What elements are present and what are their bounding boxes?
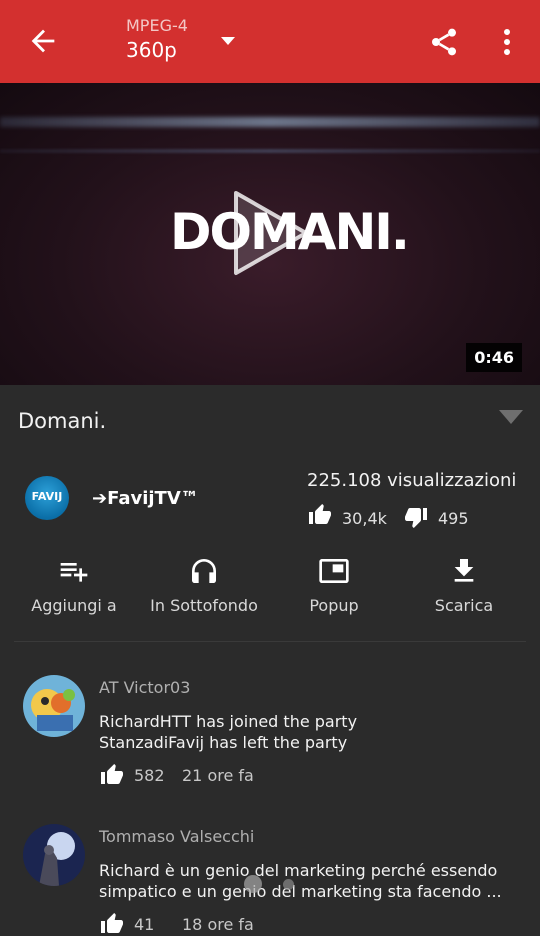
resolution-label: 360p (126, 38, 177, 62)
action-row: Aggiungi a In Sottofondo Popup Scarica (0, 555, 540, 625)
back-arrow-icon[interactable] (26, 24, 60, 58)
comment-like-count: 41 (134, 915, 155, 934)
more-options-icon[interactable] (496, 26, 518, 58)
download-button[interactable]: Scarica (399, 555, 529, 615)
section-divider (14, 641, 526, 642)
view-count: 225.108 visualizzazioni (307, 470, 517, 491)
playlist-add-icon (60, 563, 88, 582)
play-icon[interactable] (232, 189, 310, 277)
headphones-icon (192, 559, 216, 583)
thumbs-down-icon[interactable] (403, 505, 429, 529)
share-icon[interactable] (428, 26, 460, 58)
quality-selector[interactable]: MPEG-4 360p (126, 16, 188, 64)
thumbs-up-icon[interactable] (307, 503, 333, 527)
comment-line: Richard è un genio del marketing perché … (99, 861, 498, 880)
avatar-image (23, 675, 85, 737)
add-to-playlist-button[interactable]: Aggiungi a (9, 555, 139, 615)
comment-author[interactable]: AT Victor03 (99, 678, 190, 697)
video-light-streak (0, 117, 540, 127)
thumbs-up-icon[interactable] (99, 763, 125, 787)
channel-name[interactable]: ➔FavijTV™ (92, 488, 199, 509)
comment-author[interactable]: Tommaso Valsecchi (99, 827, 254, 846)
duration-badge: 0:46 (466, 343, 522, 372)
download-icon (454, 559, 474, 582)
comment-text: Richard è un genio del marketing perché … (99, 860, 519, 902)
video-player[interactable]: DOMANI. 0:46 (0, 83, 540, 385)
comment-line: simpatico e un genio del marketing sta f… (99, 882, 502, 901)
dropdown-caret-icon[interactable] (220, 36, 236, 46)
popup-label: Popup (309, 596, 359, 615)
scroll-indicator-dot (244, 875, 262, 893)
comment-avatar[interactable] (23, 675, 85, 737)
background-play-button[interactable]: In Sottofondo (139, 555, 269, 615)
comment-like-count: 582 (134, 766, 165, 785)
like-count: 30,4k (342, 509, 387, 528)
thumbs-up-icon[interactable] (99, 912, 125, 936)
video-light-streak-secondary (0, 149, 540, 153)
comment-time: 21 ore fa (182, 766, 254, 785)
comment-line: StanzadiFavij has left the party (99, 733, 348, 752)
video-title: Domani. (18, 409, 107, 433)
comment-text: RichardHTT has joined the party Stanzadi… (99, 711, 519, 753)
comment-time: 18 ore fa (182, 915, 254, 934)
comment-line: RichardHTT has joined the party (99, 712, 358, 731)
avatar-image (23, 824, 85, 886)
dislike-count: 495 (438, 509, 469, 528)
top-app-bar: MPEG-4 360p (0, 0, 540, 83)
comment-avatar[interactable] (23, 824, 85, 886)
background-label: In Sottofondo (150, 596, 258, 615)
format-label: MPEG-4 (126, 16, 188, 35)
download-label: Scarica (434, 596, 494, 615)
popup-icon (319, 559, 349, 583)
channel-avatar[interactable]: FAVIJ (25, 476, 69, 520)
scroll-indicator-dot (283, 879, 294, 890)
channel-avatar-logo: FAVIJ (31, 490, 63, 503)
add-to-label: Aggiungi a (31, 596, 117, 615)
popup-button[interactable]: Popup (269, 555, 399, 615)
expand-description-icon[interactable] (498, 409, 524, 425)
